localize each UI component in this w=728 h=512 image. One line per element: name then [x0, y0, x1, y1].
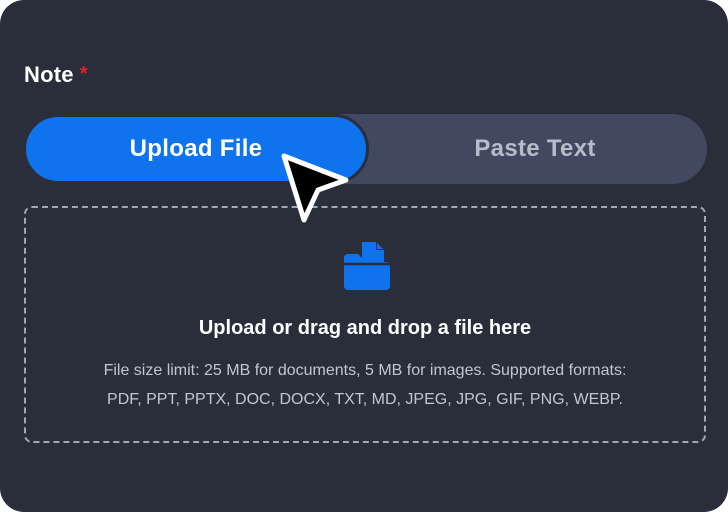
- note-label-text: Note: [24, 62, 74, 87]
- file-dropzone[interactable]: Upload or drag and drop a file here File…: [24, 206, 706, 443]
- upload-file-tab[interactable]: Upload File: [23, 114, 369, 184]
- dropzone-hint-line-1: File size limit: 25 MB for documents, 5 …: [103, 362, 627, 379]
- required-asterisk: *: [79, 63, 88, 85]
- note-field-label: Note *: [24, 60, 88, 89]
- dropzone-title: Upload or drag and drop a file here: [198, 317, 532, 339]
- input-mode-toggle: Paste Text Upload File: [23, 114, 707, 184]
- folder-document-icon: [344, 242, 390, 290]
- paste-text-tab[interactable]: Paste Text: [363, 114, 707, 184]
- dropzone-hint: File size limit: 25 MB for documents, 5 …: [46, 356, 684, 414]
- dropzone-hint-line-2: PDF, PPT, PPTX, DOC, DOCX, TXT, MD, JPEG…: [107, 391, 623, 408]
- note-upload-card: Note * Paste Text Upload File Upload or d…: [0, 0, 728, 512]
